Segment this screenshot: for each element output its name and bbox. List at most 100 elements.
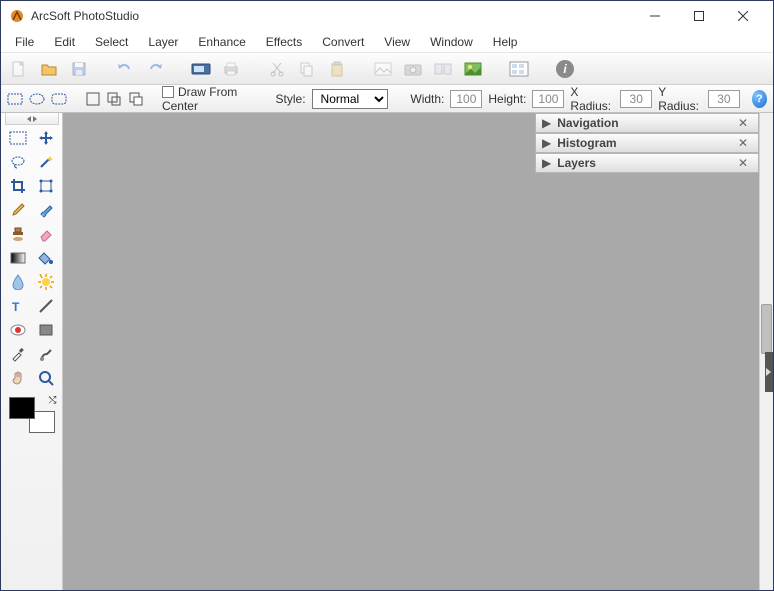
new-file-button[interactable] bbox=[7, 57, 31, 81]
panel-histogram-close[interactable]: ✕ bbox=[734, 136, 752, 150]
paste-button[interactable] bbox=[325, 57, 349, 81]
toolbox-collapse-button[interactable] bbox=[5, 113, 59, 125]
width-input[interactable] bbox=[450, 90, 482, 108]
right-dock-toggle[interactable] bbox=[765, 352, 773, 392]
expand-icon: ▶ bbox=[542, 156, 551, 170]
shape-roundrect-button[interactable] bbox=[51, 90, 67, 108]
shape-ellipse-button[interactable] bbox=[29, 90, 45, 108]
tool-crop[interactable] bbox=[5, 175, 31, 197]
tool-eraser[interactable] bbox=[33, 223, 59, 245]
main-toolbar: i bbox=[1, 53, 773, 85]
scrollbar-thumb[interactable] bbox=[761, 304, 772, 354]
expand-icon: ▶ bbox=[542, 136, 551, 150]
xradius-input[interactable] bbox=[620, 90, 652, 108]
info-icon: i bbox=[556, 60, 574, 78]
window-maximize-button[interactable] bbox=[677, 2, 721, 30]
tool-move[interactable] bbox=[33, 127, 59, 149]
app-window: ArcSoft PhotoStudio File Edit Select Lay… bbox=[0, 0, 774, 591]
tool-bucket-fill[interactable] bbox=[33, 247, 59, 269]
camera-button[interactable] bbox=[401, 57, 425, 81]
panel-histogram-label: Histogram bbox=[557, 136, 734, 150]
tool-clone-stamp[interactable] bbox=[5, 223, 31, 245]
tool-brush[interactable] bbox=[33, 199, 59, 221]
canvas-workspace[interactable] bbox=[63, 113, 535, 590]
menu-effects[interactable]: Effects bbox=[258, 33, 310, 51]
tool-lasso[interactable] bbox=[5, 151, 31, 173]
height-input[interactable] bbox=[532, 90, 564, 108]
acquire-button[interactable] bbox=[189, 57, 213, 81]
height-label: Height: bbox=[488, 92, 526, 106]
tool-hand[interactable] bbox=[5, 367, 31, 389]
selection-new-button[interactable] bbox=[86, 90, 101, 108]
cut-button[interactable] bbox=[265, 57, 289, 81]
width-label: Width: bbox=[410, 92, 444, 106]
panel-navigation-header[interactable]: ▶ Navigation ✕ bbox=[535, 113, 759, 133]
panel-navigation-close[interactable]: ✕ bbox=[734, 116, 752, 130]
foreground-color-swatch[interactable] bbox=[9, 397, 35, 419]
color-swatches[interactable]: ⤭ bbox=[9, 397, 55, 433]
menu-help[interactable]: Help bbox=[485, 33, 526, 51]
window-minimize-button[interactable] bbox=[633, 2, 677, 30]
tool-eyedropper[interactable] bbox=[5, 343, 31, 365]
tool-rect-select[interactable] bbox=[5, 127, 31, 149]
gallery-button[interactable] bbox=[371, 57, 395, 81]
tool-transform[interactable] bbox=[33, 175, 59, 197]
panel-navigation-label: Navigation bbox=[557, 116, 734, 130]
tool-shape[interactable] bbox=[33, 319, 59, 341]
about-button[interactable]: i bbox=[553, 57, 577, 81]
tool-pencil[interactable] bbox=[5, 199, 31, 221]
panel-layers-label: Layers bbox=[557, 156, 734, 170]
tool-zoom[interactable] bbox=[33, 367, 59, 389]
panel-layers-header[interactable]: ▶ Layers ✕ bbox=[535, 153, 759, 173]
menu-file[interactable]: File bbox=[7, 33, 42, 51]
content-area: T ⤭ ▶ Navigation ✕ bbox=[1, 113, 773, 590]
svg-text:T: T bbox=[12, 300, 20, 313]
copy-button[interactable] bbox=[295, 57, 319, 81]
menu-bar: File Edit Select Layer Enhance Effects C… bbox=[1, 31, 773, 53]
xradius-label: X Radius: bbox=[570, 85, 614, 113]
app-title: ArcSoft PhotoStudio bbox=[31, 9, 139, 23]
print-button[interactable] bbox=[219, 57, 243, 81]
menu-window[interactable]: Window bbox=[422, 33, 481, 51]
panel-histogram-header[interactable]: ▶ Histogram ✕ bbox=[535, 133, 759, 153]
app-logo-icon bbox=[9, 8, 25, 24]
open-file-button[interactable] bbox=[37, 57, 61, 81]
title-bar: ArcSoft PhotoStudio bbox=[1, 1, 773, 31]
tool-gradient[interactable] bbox=[5, 247, 31, 269]
draw-from-center-checkbox[interactable]: Draw From Center bbox=[162, 85, 259, 113]
shape-rect-button[interactable] bbox=[7, 90, 23, 108]
tool-red-eye[interactable] bbox=[5, 319, 31, 341]
style-select[interactable]: Normal bbox=[312, 89, 389, 109]
tool-dodge[interactable] bbox=[33, 271, 59, 293]
redo-button[interactable] bbox=[143, 57, 167, 81]
style-label: Style: bbox=[276, 92, 306, 106]
swap-colors-icon[interactable]: ⤭ bbox=[49, 395, 57, 406]
toolbox: T ⤭ bbox=[1, 113, 63, 590]
menu-enhance[interactable]: Enhance bbox=[190, 33, 253, 51]
yradius-input[interactable] bbox=[708, 90, 740, 108]
menu-view[interactable]: View bbox=[376, 33, 418, 51]
save-file-button[interactable] bbox=[67, 57, 91, 81]
tool-blur[interactable] bbox=[5, 271, 31, 293]
help-button[interactable]: ? bbox=[752, 90, 767, 108]
yradius-label: Y Radius: bbox=[658, 85, 702, 113]
window-close-button[interactable] bbox=[721, 2, 765, 30]
menu-edit[interactable]: Edit bbox=[46, 33, 83, 51]
stitch-button[interactable] bbox=[431, 57, 455, 81]
menu-convert[interactable]: Convert bbox=[314, 33, 372, 51]
tool-smudge[interactable] bbox=[33, 343, 59, 365]
selection-add-button[interactable] bbox=[107, 90, 122, 108]
tool-options-bar: Draw From Center Style: Normal Width: He… bbox=[1, 85, 773, 113]
browser-button[interactable] bbox=[507, 57, 531, 81]
tool-line[interactable] bbox=[33, 295, 59, 317]
menu-layer[interactable]: Layer bbox=[140, 33, 186, 51]
panel-layers-close[interactable]: ✕ bbox=[734, 156, 752, 170]
expand-icon: ▶ bbox=[542, 116, 551, 130]
menu-select[interactable]: Select bbox=[87, 33, 136, 51]
undo-button[interactable] bbox=[113, 57, 137, 81]
tool-text[interactable]: T bbox=[5, 295, 31, 317]
tool-magic-wand[interactable] bbox=[33, 151, 59, 173]
selection-subtract-button[interactable] bbox=[128, 90, 143, 108]
right-panel-dock: ▶ Navigation ✕ ▶ Histogram ✕ ▶ Layers ✕ bbox=[535, 113, 759, 590]
auto-enhance-button[interactable] bbox=[461, 57, 485, 81]
